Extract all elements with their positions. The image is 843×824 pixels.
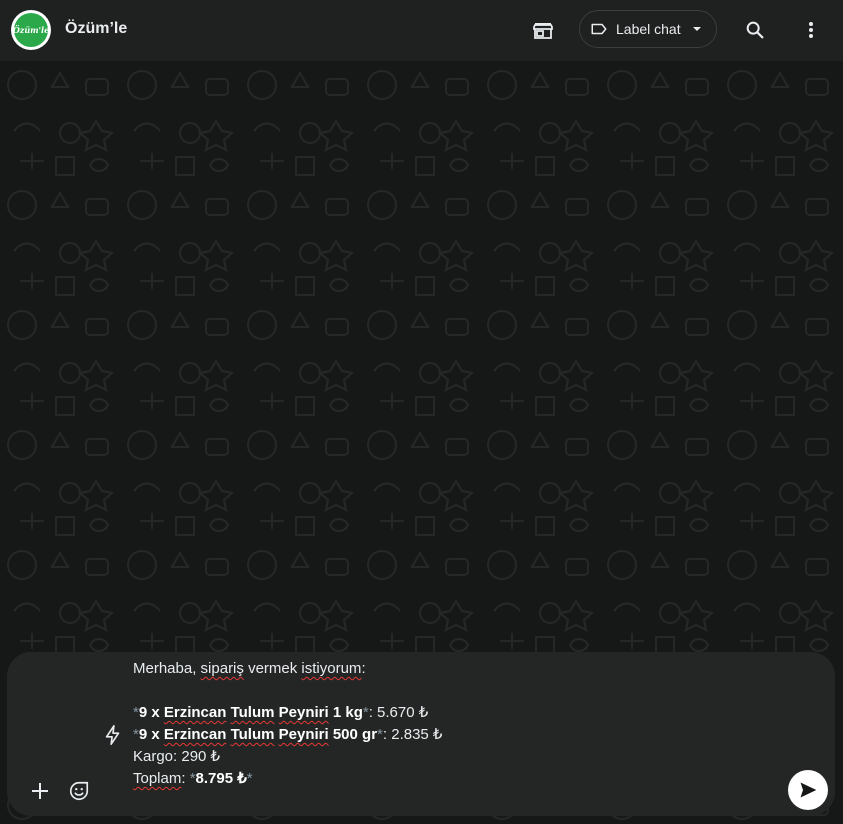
attach-button[interactable] [20,771,60,811]
send-icon [800,782,817,798]
contact-name[interactable]: Özüm’le [65,20,127,38]
label-tag-icon [590,20,608,38]
label-chat-button[interactable]: Label chat [579,10,717,48]
lightning-icon [105,725,120,745]
message-line-blank [133,680,783,702]
quick-reply-button[interactable] [93,715,133,755]
message-line-shipping: Kargo: 290 ₺ [133,748,221,765]
message-line-total: Toplam: *8.795 ₺* [133,770,253,787]
menu-button[interactable] [791,10,831,50]
label-chat-text: Label chat [616,21,681,37]
kebab-menu-icon [809,22,813,38]
message-line-greeting: Merhaba, sipariş vermek istiyorum: [133,660,366,677]
sticker-button[interactable] [59,771,99,811]
store-button[interactable] [523,10,563,50]
message-line-item-2: *9 x Erzincan Tulum Peyniri 500 gr*: 2.8… [133,726,443,743]
search-icon [746,21,764,39]
caret-down-icon [691,23,703,35]
contact-avatar[interactable]: Özüm'le [11,10,51,50]
avatar-logo: Özüm'le [13,13,49,47]
message-input[interactable]: Merhaba, sipariş vermek istiyorum: *9 x … [133,658,783,790]
sticker-icon [69,781,89,801]
store-icon [533,23,553,39]
chat-header: Özüm'le Özüm’le Label chat [0,0,843,61]
message-composer: Merhaba, sipariş vermek istiyorum: *9 x … [7,652,835,816]
message-line-item-1: *9 x Erzincan Tulum Peyniri 1 kg*: 5.670… [133,704,429,721]
send-button[interactable] [788,770,828,810]
search-button[interactable] [735,10,775,50]
plus-icon [32,783,48,799]
